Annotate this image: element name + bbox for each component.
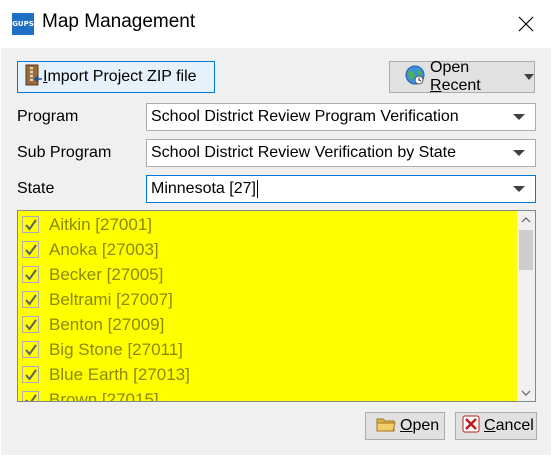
program-select[interactable]: School District Review Program Verificat… — [146, 103, 536, 131]
title-bar: GUPS Map Management — [0, 0, 552, 48]
county-checklist[interactable]: Aitkin [27001] Anoka [27003] Becker [27005… — [17, 210, 536, 402]
open-button[interactable]: Open — [365, 412, 445, 440]
chevron-down-icon — [521, 390, 531, 396]
open-recent-button[interactable]: Open Recent — [389, 59, 535, 94]
county-checkbox[interactable] — [22, 291, 39, 308]
county-label: Benton [27009] — [49, 314, 165, 334]
county-checkbox[interactable] — [22, 266, 39, 283]
state-label: State — [17, 180, 55, 197]
county-checkbox[interactable] — [22, 366, 39, 383]
globe-icon — [404, 64, 426, 91]
scroll-thumb[interactable] — [519, 230, 533, 270]
county-checkbox[interactable] — [22, 341, 39, 358]
county-list-item[interactable]: Aitkin [27001] — [22, 212, 152, 237]
program-label: Program — [17, 108, 79, 125]
county-label: Big Stone [27011] — [49, 339, 183, 359]
import-zip-label: Import Project ZIP file — [43, 68, 197, 85]
close-button[interactable] — [506, 8, 546, 40]
county-label: Anoka [27003] — [49, 239, 159, 259]
open-label: Open — [400, 417, 440, 434]
county-checkbox[interactable] — [22, 216, 39, 233]
county-list-item[interactable]: Benton [27009] — [22, 312, 164, 337]
county-label: Blue Earth [27013] — [49, 364, 190, 384]
zip-archive-icon — [25, 64, 43, 91]
open-recent-label: Open Recent — [430, 59, 481, 94]
checkmark-icon — [25, 269, 37, 281]
county-checkbox[interactable] — [22, 391, 39, 401]
state-value: Minnesota [27] — [151, 180, 256, 197]
app-icon: GUPS — [12, 13, 34, 35]
checkmark-icon — [25, 244, 37, 256]
cancel-label: Cancel — [484, 417, 534, 434]
county-list-item[interactable]: Becker [27005] — [22, 262, 163, 287]
county-list-item[interactable]: Blue Earth [27013] — [22, 362, 190, 387]
county-label: Beltrami [27007] — [49, 289, 173, 309]
checkmark-icon — [25, 219, 37, 231]
chevron-down-icon — [524, 74, 534, 80]
checkmark-icon — [25, 369, 37, 381]
program-value: School District Review Program Verificat… — [151, 108, 459, 125]
checkmark-icon — [25, 394, 37, 401]
chevron-down-icon — [513, 150, 525, 156]
county-label: Becker [27005] — [49, 264, 164, 284]
folder-icon — [376, 416, 396, 437]
text-caret — [256, 179, 258, 198]
chevron-up-icon — [521, 216, 531, 222]
sub-program-label: Sub Program — [17, 144, 112, 161]
cancel-button[interactable]: Cancel — [455, 412, 537, 440]
county-list-item[interactable]: Brown [27015] — [22, 387, 159, 402]
close-icon — [518, 16, 534, 32]
import-zip-button[interactable]: Import Project ZIP file — [17, 61, 215, 93]
checkmark-icon — [25, 319, 37, 331]
chevron-down-icon — [513, 186, 525, 192]
sub-program-value: School District Review Verification by S… — [151, 144, 457, 161]
county-label: Aitkin [27001] — [49, 214, 153, 234]
window-title: Map Management — [42, 11, 196, 32]
checkmark-icon — [25, 344, 37, 356]
checkmark-icon — [25, 294, 37, 306]
scroll-down-button[interactable] — [517, 384, 535, 401]
county-list-item[interactable]: Big Stone [27011] — [22, 337, 183, 362]
scroll-up-button[interactable] — [517, 211, 535, 228]
dialog-body: Import Project ZIP file Open Recent Prog… — [1, 48, 551, 455]
county-list-item[interactable]: Anoka [27003] — [22, 237, 159, 262]
sub-program-select[interactable]: School District Review Verification by S… — [146, 139, 536, 167]
cancel-x-icon — [462, 415, 480, 438]
state-select[interactable]: Minnesota [27] — [146, 175, 536, 203]
county-label: Brown [27015] — [49, 389, 159, 402]
county-checkbox[interactable] — [22, 241, 39, 258]
county-list-item[interactable]: Beltrami [27007] — [22, 287, 173, 312]
chevron-down-icon — [513, 114, 525, 120]
vertical-scrollbar[interactable] — [517, 211, 535, 401]
county-checkbox[interactable] — [22, 316, 39, 333]
